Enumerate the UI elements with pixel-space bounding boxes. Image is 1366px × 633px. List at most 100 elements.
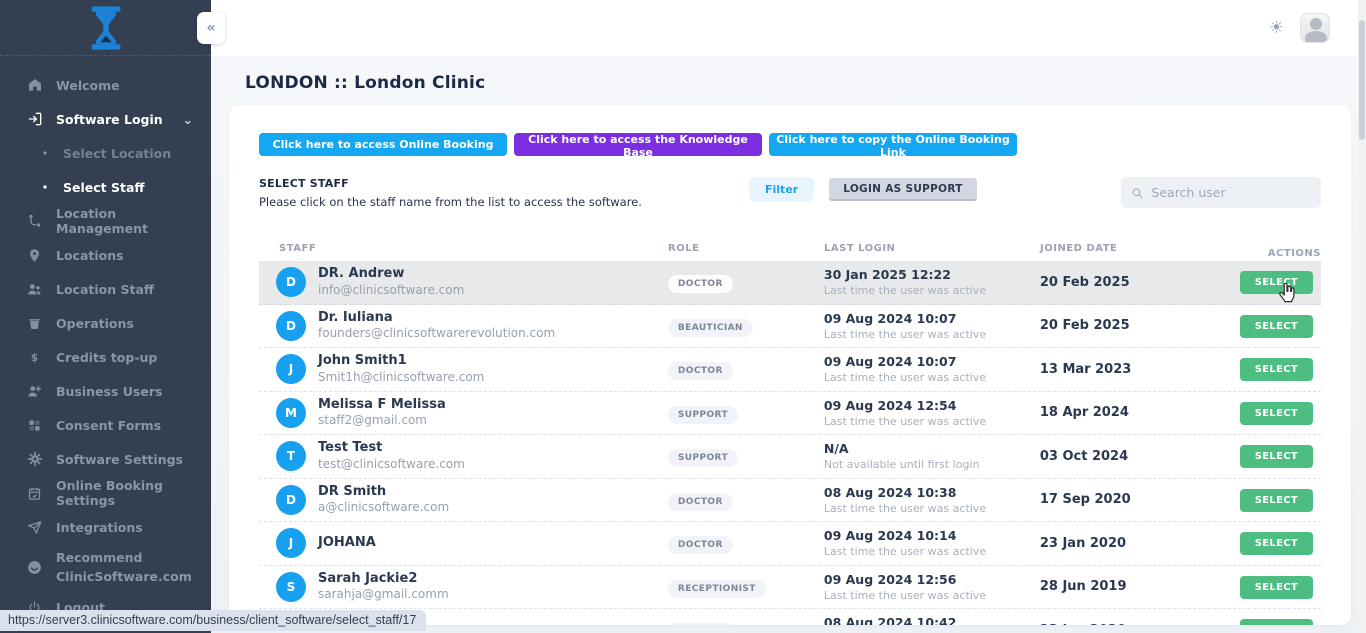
scrollbar-thumb[interactable] <box>1359 20 1365 140</box>
last-login-note: Last time the user was active <box>824 502 1040 515</box>
select-staff-subheading: Please click on the staff name from the … <box>259 195 749 209</box>
joined-date: 17 Sep 2020 <box>1040 492 1240 507</box>
select-staff-button[interactable]: SELECT <box>1240 445 1313 468</box>
role-badge: DOCTOR <box>668 275 733 293</box>
sidebar-collapse-button[interactable]: « <box>197 12 225 44</box>
last-login-value: 09 Aug 2024 12:56 <box>824 572 1040 587</box>
staff-table-row[interactable]: J JOHANA DOCTOR 09 Aug 2024 10:14 Last t… <box>259 522 1321 566</box>
last-login-value: 09 Aug 2024 10:14 <box>824 528 1040 543</box>
quick-action-button[interactable]: Click here to access Online Booking <box>259 133 507 156</box>
last-login-note: Last time the user was active <box>824 589 1040 602</box>
table-header: STAFF ROLE LAST LOGIN JOINED DATE ACTION… <box>259 235 1321 261</box>
filter-button[interactable]: Filter <box>749 177 814 202</box>
column-header-actions: ACTIONS <box>1240 248 1321 259</box>
staff-name: Dr. Iuliana <box>318 310 555 327</box>
sidebar-item-select-staff[interactable]: Select Staff <box>0 170 211 204</box>
staff-table-row[interactable]: T Test Test test@clinicsoftware.com SUPP… <box>259 435 1321 479</box>
select-staff-button[interactable]: SELECT <box>1240 619 1313 625</box>
last-login-note: Last time the user was active <box>824 284 1040 297</box>
calendar-check-icon <box>26 485 43 502</box>
last-login-value: 30 Jan 2025 12:22 <box>824 267 1040 282</box>
sidebar-item-locations[interactable]: Locations <box>0 238 211 272</box>
sidebar-item-software-login[interactable]: Software Login⌄ <box>0 102 211 136</box>
sidebar-item-operations[interactable]: Operations <box>0 306 211 340</box>
sidebar-item-label: Select Staff <box>63 180 145 195</box>
staff-name: JOHANA <box>318 535 376 552</box>
sidebar-item-location-staff[interactable]: Location Staff <box>0 272 211 306</box>
sidebar-item-business-users[interactable]: Business Users <box>0 374 211 408</box>
staff-table-row[interactable]: D Dr. Iuliana founders@clinicsoftwarerev… <box>259 305 1321 349</box>
role-badge: BEAUTICIAN <box>668 319 753 337</box>
joined-date: 23 Jan 2020 <box>1040 536 1240 551</box>
role-badge: SUPPORT <box>668 449 738 467</box>
sidebar-item-select-location[interactable]: Select Location <box>0 136 211 170</box>
svg-text:$: $ <box>31 350 38 363</box>
last-login-value: 09 Aug 2024 12:54 <box>824 398 1040 413</box>
select-staff-button[interactable]: SELECT <box>1240 402 1313 425</box>
staff-avatar: D <box>276 311 306 341</box>
sidebar-item-welcome[interactable]: Welcome <box>0 68 211 102</box>
sidebar-nav: WelcomeSoftware Login⌄Select Location Sel… <box>0 56 211 624</box>
sidebar-item-label: Online Booking Settings <box>56 478 211 508</box>
quick-action-button[interactable]: Click here to copy the Online Booking Li… <box>769 133 1017 156</box>
select-staff-heading: SELECT STAFF <box>259 177 749 190</box>
quick-action-buttons: Click here to access Online Booking Click… <box>259 133 1321 156</box>
search-user-input[interactable] <box>1151 185 1311 200</box>
select-staff-button[interactable]: SELECT <box>1240 532 1313 555</box>
staff-name: DR. Andrew <box>318 266 464 283</box>
select-staff-button[interactable]: SELECT <box>1240 576 1313 599</box>
staff-email: Smit1h@clinicsoftware.com <box>318 370 484 386</box>
staff-table-row[interactable]: D DR Smith a@clinicsoftware.com DOCTOR 0… <box>259 479 1321 523</box>
select-staff-button[interactable]: SELECT <box>1240 315 1313 338</box>
staff-email: info@clinicsoftware.com <box>318 283 464 299</box>
joined-date: 20 Feb 2025 <box>1040 318 1240 333</box>
role-badge: DOCTOR <box>668 493 733 511</box>
sidebar-item-credits-top-up[interactable]: $Credits top-up <box>0 340 211 374</box>
staff-email: staff2@gmail.com <box>318 413 446 429</box>
select-staff-button[interactable]: SELECT <box>1240 489 1313 512</box>
sidebar-item-integrations[interactable]: Integrations <box>0 510 211 544</box>
clinicsoftware-hourglass-logo <box>88 6 124 50</box>
staff-table-row[interactable]: S Sarah Jackie2 sarahja@gmail.comm RECEP… <box>259 566 1321 610</box>
staff-controls: SELECT STAFF Please click on the staff n… <box>259 177 1321 209</box>
bucket-icon <box>26 315 43 332</box>
select-staff-button[interactable]: SELECT <box>1240 358 1313 381</box>
sidebar-item-consent-forms[interactable]: Consent Forms <box>0 408 211 442</box>
sidebar-item-label: Location Management <box>56 206 211 236</box>
quick-action-button[interactable]: Click here to access the Knowledge Base <box>514 133 762 156</box>
sidebar-item-online-booking-settings[interactable]: Online Booking Settings <box>0 476 211 510</box>
search-icon <box>1131 186 1143 200</box>
staff-email: founders@clinicsoftwarerevolution.com <box>318 326 555 342</box>
role-badge: RECEPTIONIST <box>668 580 766 598</box>
joined-date: 18 Apr 2024 <box>1040 405 1240 420</box>
staff-avatar: D <box>276 485 306 515</box>
joined-date: 03 Oct 2024 <box>1040 449 1240 464</box>
theme-toggle-sun-icon[interactable]: ☀ <box>1269 18 1284 38</box>
sidebar-item-location-management[interactable]: Location Management <box>0 204 211 238</box>
staff-table-row[interactable]: D DR. Andrew info@clinicsoftware.com DOC… <box>259 261 1321 305</box>
staff-avatar: J <box>276 528 306 558</box>
sidebar-item-label: Operations <box>56 316 134 331</box>
user-avatar[interactable] <box>1300 13 1330 43</box>
column-header-joined-date: JOINED DATE <box>1040 243 1240 254</box>
last-login-value: 09 Aug 2024 10:07 <box>824 311 1040 326</box>
sidebar-item-recommend-clinicsoftware-com[interactable]: RecommendClinicSoftware.com <box>0 544 211 590</box>
search-user-box[interactable] <box>1121 177 1321 208</box>
select-staff-button[interactable]: SELECT <box>1240 271 1313 294</box>
staff-name: John Smith1 <box>318 353 484 370</box>
chevron-down-icon: ⌄ <box>183 112 193 127</box>
login-as-support-button[interactable]: LOGIN AS SUPPORT <box>829 178 977 201</box>
role-badge: SUPPORT <box>668 406 738 424</box>
staff-name: DR Smith <box>318 484 449 501</box>
dollar-icon: $ <box>26 349 43 366</box>
sidebar-item-software-settings[interactable]: Software Settings <box>0 442 211 476</box>
last-login-note: Last time the user was active <box>824 415 1040 428</box>
staff-table-body: D DR. Andrew info@clinicsoftware.com DOC… <box>259 261 1321 625</box>
staff-table-row[interactable]: J John Smith1 Smit1h@clinicsoftware.com … <box>259 348 1321 392</box>
sidebar: WelcomeSoftware Login⌄Select Location Sel… <box>0 0 211 633</box>
staff-table-row[interactable]: M Melissa F Melissa staff2@gmail.com SUP… <box>259 392 1321 436</box>
page-scrollbar[interactable] <box>1358 0 1366 633</box>
staff-card: Click here to access Online Booking Click… <box>229 105 1351 625</box>
users-icon <box>26 281 43 298</box>
home-icon <box>26 77 43 94</box>
